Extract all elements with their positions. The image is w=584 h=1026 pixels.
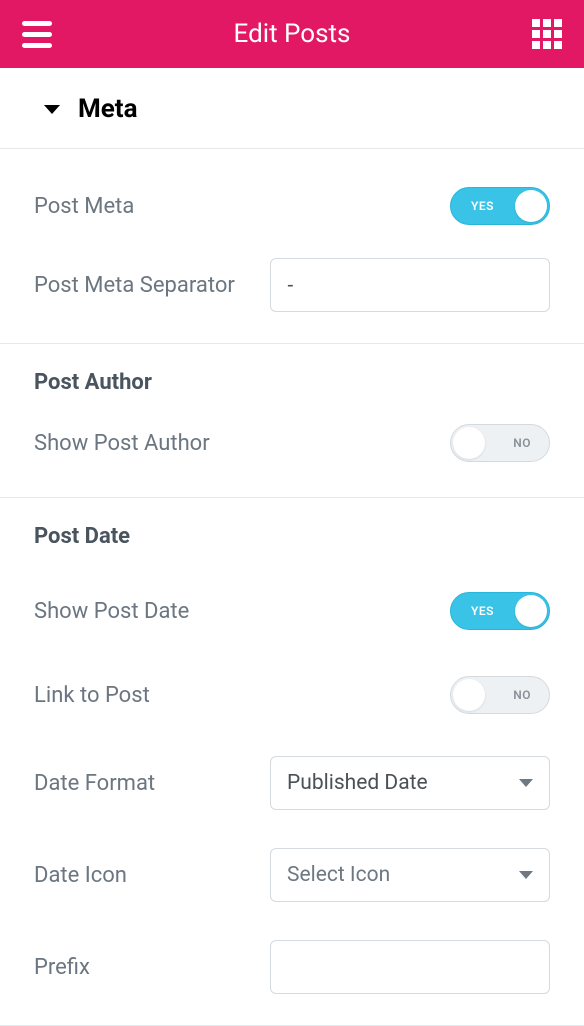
label-post-meta: Post Meta bbox=[34, 194, 134, 219]
select-date-icon-placeholder: Select Icon bbox=[287, 863, 390, 887]
section-header-meta[interactable]: Meta bbox=[0, 68, 584, 149]
input-prefix[interactable] bbox=[270, 940, 550, 994]
toggle-yes-text: YES bbox=[471, 604, 494, 618]
toggle-no-text: NO bbox=[513, 436, 531, 450]
heading-post-date: Post Date bbox=[0, 498, 584, 559]
app-header: Edit Posts bbox=[0, 0, 584, 68]
row-show-post-date: Show Post Date YES bbox=[0, 583, 584, 639]
toggle-no-text: NO bbox=[513, 688, 531, 702]
label-link-to-post: Link to Post bbox=[34, 683, 150, 708]
row-show-post-author: Show Post Author NO bbox=[0, 415, 584, 471]
label-date-icon: Date Icon bbox=[34, 863, 127, 888]
menu-icon[interactable] bbox=[22, 21, 52, 48]
select-date-format[interactable]: Published Date bbox=[270, 756, 550, 810]
section-title: Meta bbox=[78, 94, 138, 124]
label-prefix: Prefix bbox=[34, 955, 90, 980]
toggle-link-to-post[interactable]: NO bbox=[450, 676, 550, 714]
input-separator[interactable] bbox=[270, 258, 550, 312]
toggle-knob bbox=[515, 595, 547, 627]
chevron-down-icon bbox=[519, 871, 533, 879]
page-title: Edit Posts bbox=[234, 19, 351, 49]
toggle-knob bbox=[453, 679, 485, 711]
row-link-to-post: Link to Post NO bbox=[0, 667, 584, 723]
row-post-meta-separator: Post Meta Separator bbox=[0, 253, 584, 317]
row-post-meta: Post Meta YES bbox=[0, 159, 584, 225]
toggle-post-meta[interactable]: YES bbox=[450, 187, 550, 225]
label-date-format: Date Format bbox=[34, 771, 155, 796]
toggle-show-author[interactable]: NO bbox=[450, 424, 550, 462]
heading-post-author: Post Author bbox=[0, 344, 584, 405]
toggle-knob bbox=[515, 190, 547, 222]
apps-grid-icon[interactable] bbox=[532, 19, 562, 49]
label-show-author: Show Post Author bbox=[34, 431, 210, 456]
caret-down-icon bbox=[44, 105, 60, 114]
chevron-down-icon bbox=[519, 779, 533, 787]
toggle-yes-text: YES bbox=[471, 199, 494, 213]
row-date-icon: Date Icon Select Icon bbox=[0, 843, 584, 907]
row-date-format: Date Format Published Date bbox=[0, 751, 584, 815]
toggle-show-date[interactable]: YES bbox=[450, 592, 550, 630]
label-separator: Post Meta Separator bbox=[34, 273, 235, 298]
select-date-format-value: Published Date bbox=[287, 771, 428, 795]
select-date-icon[interactable]: Select Icon bbox=[270, 848, 550, 902]
toggle-knob bbox=[453, 427, 485, 459]
row-prefix: Prefix bbox=[0, 935, 584, 999]
label-show-date: Show Post Date bbox=[34, 599, 189, 624]
